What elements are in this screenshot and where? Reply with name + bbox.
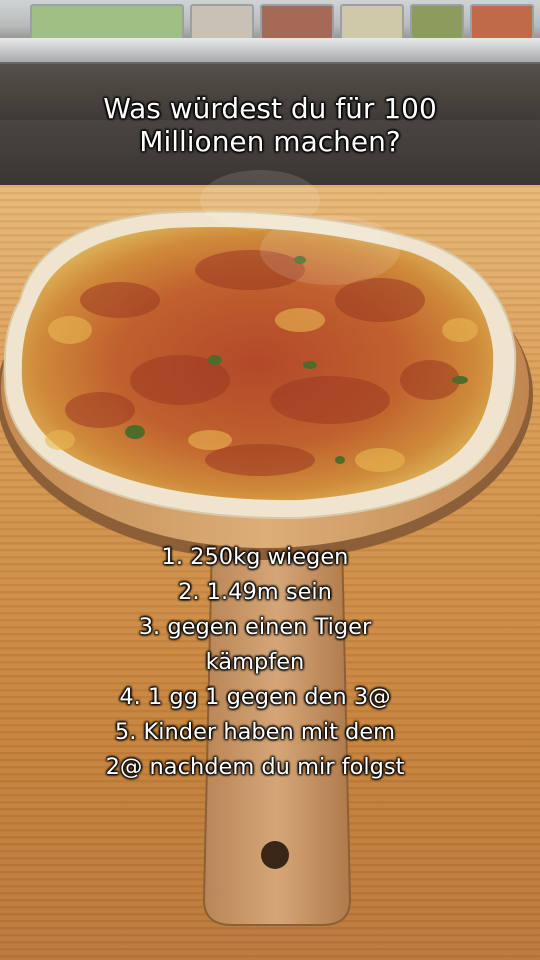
answer-list: 1. 250kg wiegen 2. 1.49m sein 3. gegen e… [0,540,510,785]
list-item: 4. 1 gg 1 gegen den 3@ [119,684,391,710]
hanging-hole [261,841,289,869]
list-item: 2@ nachdem du mir folgst [105,754,405,780]
headline-line: Was würdest du für 100 [103,92,437,125]
list-item: 2. 1.49m sein [178,579,332,605]
headline-line: Millionen machen? [139,125,401,158]
list-item: 1. 250kg wiegen [161,544,349,570]
list-item: 3. gegen einen Tiger [138,614,372,640]
headline-caption: Was würdest du für 100 Millionen machen? [0,92,540,158]
list-item: 5. Kinder haben mit dem [114,719,396,745]
list-item: kämpfen [205,649,305,675]
photo-scene: Was würdest du für 100 Millionen machen?… [0,0,540,960]
